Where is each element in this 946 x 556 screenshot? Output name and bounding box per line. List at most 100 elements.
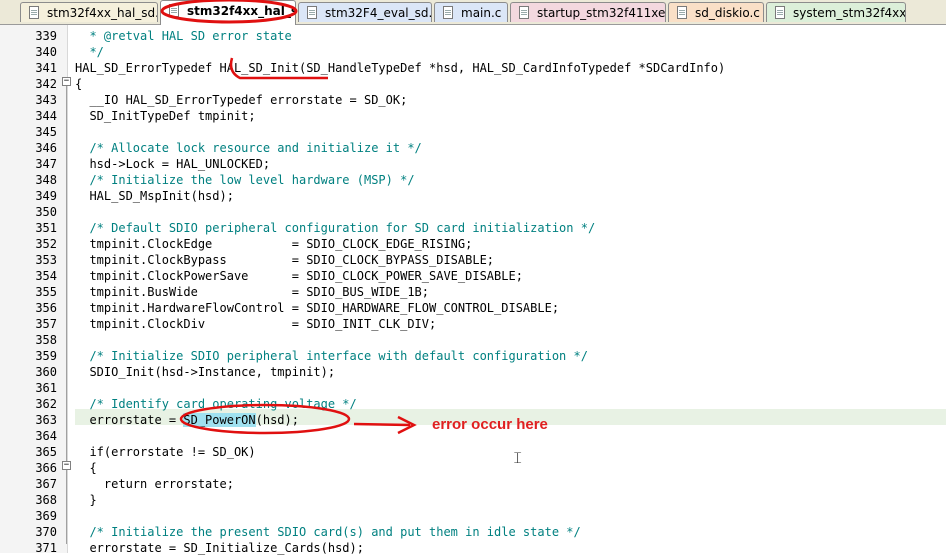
code-comment: * @retval HAL SD error state xyxy=(75,29,292,43)
line-number: 371 xyxy=(35,541,57,555)
tab-label: stm32f4xx_hal_sd.c xyxy=(187,4,295,18)
line-number: 365 xyxy=(35,445,57,459)
line-number: 357 xyxy=(35,317,57,331)
tab-main-c[interactable]: main.c xyxy=(434,2,508,22)
code-text: tmpinit.ClockEdge = SDIO_CLOCK_EDGE_RISI… xyxy=(75,237,473,251)
code-text: SD_InitTypeDef tmpinit; xyxy=(75,109,256,123)
code-line: /* Initialize the present SDIO card(s) a… xyxy=(75,524,581,540)
code-text: tmpinit.ClockDiv = SDIO_INIT_CLK_DIV; xyxy=(75,317,437,331)
code-text: if(errorstate != SD_OK) xyxy=(75,445,256,459)
line-number: 355 xyxy=(35,285,57,299)
code-text: tmpinit.ClockBypass = SDIO_CLOCK_BYPASS_… xyxy=(75,253,495,267)
code-line: errorstate = SD_Initialize_Cards(hsd); xyxy=(75,540,364,556)
code-text: HAL_SD_MspInit(hsd); xyxy=(75,189,234,203)
code-line: SD_InitTypeDef tmpinit; xyxy=(75,108,256,124)
line-number: 351 xyxy=(35,221,57,235)
tab-stm32f4-eval-sd-c[interactable]: stm32F4_eval_sd.c xyxy=(298,2,432,22)
tab-label: system_stm32f4xx.c xyxy=(793,6,906,20)
tab-label: sd_diskio.c xyxy=(695,6,760,20)
code-line: tmpinit.ClockBypass = SDIO_CLOCK_BYPASS_… xyxy=(75,252,494,268)
c-file-icon xyxy=(677,6,687,19)
line-number: 362 xyxy=(35,397,57,411)
text-cursor-icon: 𝙸 xyxy=(512,448,524,467)
code-text: { xyxy=(75,77,83,91)
line-number: 345 xyxy=(35,125,57,139)
code-text: __IO HAL_SD_ErrorTypedef errorstate = SD… xyxy=(75,93,408,107)
line-number: 340 xyxy=(35,45,57,59)
code-line: /* Initialize the low level hardware (MS… xyxy=(75,172,415,188)
code-text: tmpinit.BusWide = SDIO_BUS_WIDE_1B; xyxy=(75,285,430,299)
line-number: 342 xyxy=(35,77,57,91)
tab-label: stm32f4xx_hal_sd.h xyxy=(47,6,158,20)
line-number: 343 xyxy=(35,93,57,107)
c-file-icon xyxy=(307,6,317,19)
c-file-icon xyxy=(169,4,179,17)
fold-toggle-icon[interactable]: − xyxy=(62,77,71,86)
code-comment: /* Initialize the low level hardware (MS… xyxy=(75,173,415,187)
line-number: 339 xyxy=(35,29,57,43)
code-line: if(errorstate != SD_OK) xyxy=(75,444,256,460)
line-number: 344 xyxy=(35,109,57,123)
line-number: 366 xyxy=(35,461,57,475)
line-number: 349 xyxy=(35,189,57,203)
line-number: 368 xyxy=(35,493,57,507)
line-number: 370 xyxy=(35,525,57,539)
tab-stm32f4xx-hal-sd-h[interactable]: stm32f4xx_hal_sd.h xyxy=(20,2,158,22)
code-comment: /* Default SDIO peripheral configuration… xyxy=(75,221,596,235)
code-comment: /* Initialize the present SDIO card(s) a… xyxy=(75,525,581,539)
code-line: SDIO_Init(hsd->Instance, tmpinit); xyxy=(75,364,335,380)
code-line: errorstate = SD_PowerON(hsd); xyxy=(75,412,299,428)
line-number: 350 xyxy=(35,205,57,219)
tab-sd-diskio-c[interactable]: sd_diskio.c xyxy=(668,2,764,22)
line-number: 353 xyxy=(35,253,57,267)
code-line: /* Initialize SDIO peripheral interface … xyxy=(75,348,588,364)
code-text: hsd->Lock = HAL_UNLOCKED; xyxy=(75,157,271,171)
line-number: 363 xyxy=(35,413,57,427)
code-text: } xyxy=(75,493,97,507)
code-line: hsd->Lock = HAL_UNLOCKED; xyxy=(75,156,270,172)
c-file-icon xyxy=(775,6,785,19)
fold-guide xyxy=(66,86,67,544)
tab-stm32f4xx-hal-sd-c[interactable]: stm32f4xx_hal_sd.c xyxy=(160,0,296,25)
code-text: errorstate = xyxy=(75,413,184,427)
code-line: tmpinit.HardwareFlowControl = SDIO_HARDW… xyxy=(75,300,559,316)
asm-file-icon xyxy=(519,6,529,19)
line-number: 364 xyxy=(35,429,57,443)
code-line: tmpinit.BusWide = SDIO_BUS_WIDE_1B; xyxy=(75,284,429,300)
error-annotation-label: error occur here xyxy=(432,416,548,433)
line-number: 361 xyxy=(35,381,57,395)
line-number: 354 xyxy=(35,269,57,283)
code-comment: /* Initialize SDIO peripheral interface … xyxy=(75,349,588,363)
code-line: HAL_SD_MspInit(hsd); xyxy=(75,188,234,204)
line-number: 347 xyxy=(35,157,57,171)
code-line: */ xyxy=(75,44,104,60)
code-line: tmpinit.ClockPowerSave = SDIO_CLOCK_POWE… xyxy=(75,268,523,284)
line-number: 356 xyxy=(35,301,57,315)
tab-startup-stm32f411xe-s[interactable]: startup_stm32f411xe.s xyxy=(510,2,666,22)
line-number: 367 xyxy=(35,477,57,491)
code-text: tmpinit.HardwareFlowControl = SDIO_HARDW… xyxy=(75,301,560,315)
fold-toggle-icon[interactable]: − xyxy=(62,461,71,470)
line-number-gutter[interactable]: 339 340 341 342 343 344 345 346 347 348 349 350 351 3… xyxy=(0,25,68,555)
tab-label: stm32F4_eval_sd.c xyxy=(325,6,432,20)
code-line: tmpinit.ClockEdge = SDIO_CLOCK_EDGE_RISI… xyxy=(75,236,472,252)
code-line: /* Default SDIO peripheral configuration… xyxy=(75,220,595,236)
line-number: 341 xyxy=(35,61,57,75)
code-line: /* Allocate lock resource and initialize… xyxy=(75,140,422,156)
code-comment: /* Allocate lock resource and initialize… xyxy=(75,141,422,155)
code-text: { xyxy=(75,461,97,475)
code-comment: */ xyxy=(75,45,104,59)
code-line: tmpinit.ClockDiv = SDIO_INIT_CLK_DIV; xyxy=(75,316,436,332)
line-number: 369 xyxy=(35,509,57,523)
c-file-icon xyxy=(29,6,39,19)
selected-identifier: SD_PowerON xyxy=(183,413,256,427)
code-line: __IO HAL_SD_ErrorTypedef errorstate = SD… xyxy=(75,92,407,108)
code-line: return errorstate; xyxy=(75,476,234,492)
line-number: 346 xyxy=(35,141,57,155)
tab-label: startup_stm32f411xe.s xyxy=(537,6,666,20)
line-number: 348 xyxy=(35,173,57,187)
code-comment: /* Identify card operating voltage */ xyxy=(75,397,357,411)
code-text: (hsd); xyxy=(255,413,299,427)
tab-system-stm32f4xx-c[interactable]: system_stm32f4xx.c xyxy=(766,2,906,22)
line-number: 360 xyxy=(35,365,57,379)
